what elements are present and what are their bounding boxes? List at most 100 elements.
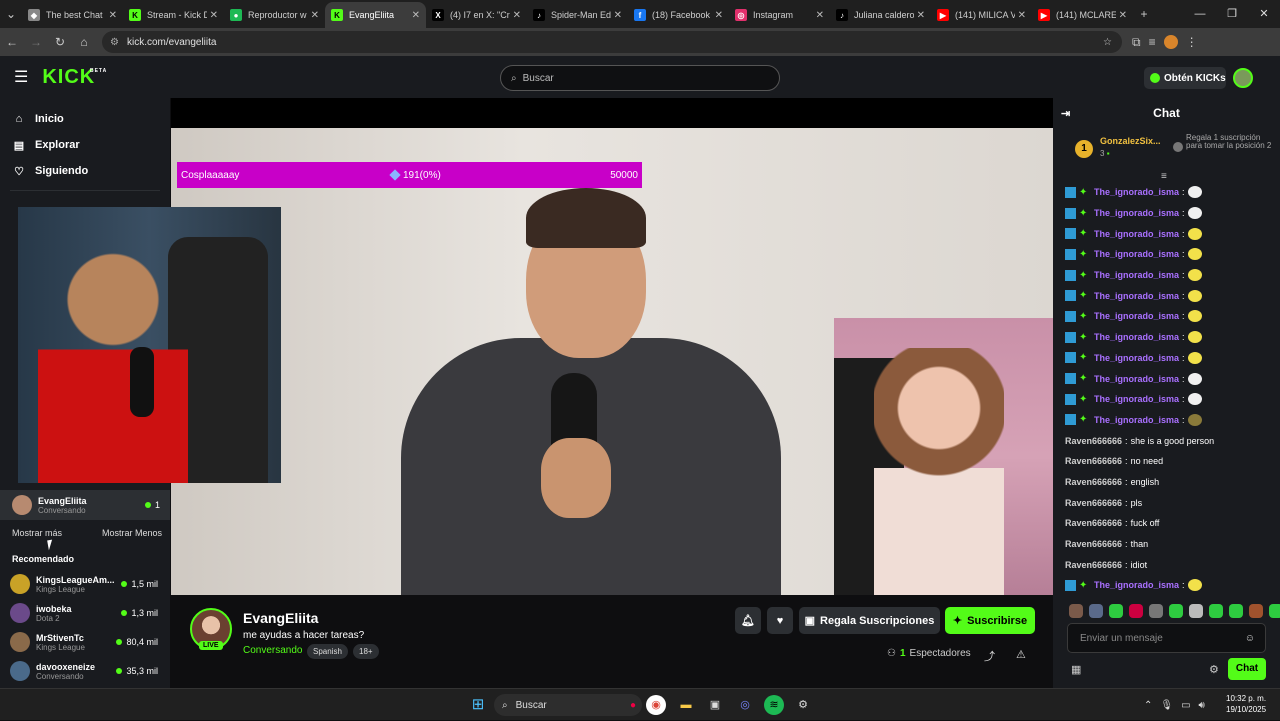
chat-settings-icon[interactable]: ⚙ [1209,663,1219,676]
gift-subs-button[interactable]: ▣ Regala Suscripciones [799,607,940,634]
emote-icon[interactable] [1249,604,1263,618]
tab-close-icon[interactable]: ✕ [917,10,925,21]
emoji-picker-icon[interactable]: ☺ [1245,633,1255,644]
gift-leaderboard[interactable]: 1 GonzalezSix... 3 ▪ Regala 1 suscripció… [1075,134,1275,166]
browser-tab[interactable]: ◎ Instagram ✕ [729,2,830,28]
browser-tab[interactable]: X (4) I7 en X: "Cr ✕ [426,2,527,28]
browser-menu-icon[interactable]: ⋮ [1186,35,1198,49]
tag-language[interactable]: Spanish [307,644,348,659]
following-channel-row[interactable]: EvangEliita Conversando 1 [0,490,170,520]
home-browser-icon[interactable]: ⌂ [72,35,96,49]
restore-icon[interactable]: ❐ [1216,2,1248,28]
file-explorer-icon[interactable]: ▬ [676,695,696,715]
recommended-channel[interactable]: iwobeka Dota 2 1,3 mil [10,599,170,627]
show-less-button[interactable]: Mostrar Menos [102,528,162,538]
tab-close-icon[interactable]: ✕ [311,10,319,21]
video-player[interactable]: Cosplaaaaay 191(0%) 50000 [171,98,1053,595]
emote-icon[interactable] [1189,604,1203,618]
emote-icon[interactable] [1229,604,1243,618]
chat-username[interactable]: The_ignorado_isma [1094,187,1179,197]
chat-message[interactable]: Raven666666: than [1065,534,1275,555]
start-windows-icon[interactable]: ⊞ [468,695,488,715]
chat-message[interactable]: ✦ The_ignorado_isma: [1065,223,1275,244]
tray-chevron-icon[interactable]: ⌃ [1144,700,1152,711]
chat-username[interactable]: The_ignorado_isma [1094,270,1179,280]
share-icon[interactable]: ⤴ [984,648,995,664]
chat-message[interactable]: Raven666666: fuck off [1065,513,1275,534]
browser-tab[interactable]: f (18) Facebook ✕ [628,2,729,28]
subscribe-button[interactable]: ✦ Suscribirse [945,607,1035,634]
user-avatar[interactable] [1233,68,1253,88]
collapse-chat-icon[interactable]: ⇥ [1061,107,1070,120]
chat-message[interactable]: ✦ The_ignorado_isma: [1065,410,1275,431]
browser-tab[interactable]: ♪ Juliana caldero ✕ [830,2,931,28]
chat-filter-icon[interactable]: ≡ [1161,171,1167,182]
tab-close-icon[interactable]: ✕ [210,10,218,21]
chat-username[interactable]: The_ignorado_isma [1094,249,1179,259]
emote-icon[interactable] [1069,604,1083,618]
tab-close-icon[interactable]: ✕ [412,10,420,21]
menu-hamburger-icon[interactable]: ☰ [14,67,28,87]
show-more-button[interactable]: Mostrar más [12,528,62,538]
tab-close-icon[interactable]: ✕ [1018,10,1026,21]
chat-username[interactable]: Raven666666 [1065,518,1122,528]
chat-username[interactable]: The_ignorado_isma [1094,208,1179,218]
chat-message[interactable]: ✦ The_ignorado_isma: [1065,575,1275,596]
forward-icon[interactable]: → [24,35,48,49]
chat-username[interactable]: Raven666666 [1065,456,1122,466]
tab-close-icon[interactable]: ✕ [513,10,521,21]
chat-username[interactable]: The_ignorado_isma [1094,291,1179,301]
streamer-name[interactable]: EvangEliita [243,610,318,626]
emote-icon[interactable] [1169,604,1183,618]
sidebar-nav-item[interactable]: ⌂ Inicio [0,106,170,132]
chat-username[interactable]: The_ignorado_isma [1094,311,1179,321]
url-field[interactable]: ⚙ kick.com/evangeliita ☆ [102,31,1122,53]
profile-avatar[interactable] [1163,35,1178,49]
tab-close-icon[interactable]: ✕ [816,10,824,21]
chat-username[interactable]: Raven666666 [1065,477,1122,487]
discord-icon[interactable]: ◎ [735,695,755,715]
chat-username[interactable]: Raven666666 [1065,436,1122,446]
emote-icon[interactable] [1109,604,1123,618]
media-control-icon[interactable]: ≡ [1149,35,1156,49]
stream-category[interactable]: Conversando [243,645,302,656]
chat-message[interactable]: ✦ The_ignorado_isma: [1065,306,1275,327]
emote-icon[interactable] [1269,604,1280,618]
kick-logo[interactable]: KICK BETA [42,66,106,89]
app-icon[interactable]: ⚙ [793,695,813,715]
sidebar-nav-item[interactable]: ♡ Siguiendo [0,158,170,184]
chat-message[interactable]: Raven666666: no need [1065,451,1275,472]
recommended-channel[interactable]: davooxeneize Conversando 35,3 mil [10,657,170,685]
recommended-channel[interactable]: MrStivenTc Kings League 80,4 mil [10,628,170,656]
chat-username[interactable]: The_ignorado_isma [1094,332,1179,342]
back-icon[interactable]: ← [0,35,24,49]
site-info-icon[interactable]: ⚙ [110,37,119,48]
browser-tab[interactable]: ▶ (141) MILICA V ✕ [931,2,1032,28]
sidebar-nav-item[interactable]: ▤ Explorar [0,132,170,158]
notification-bell-icon[interactable]: 🔔︎ [735,607,761,634]
chat-message[interactable]: Raven666666: she is a good person [1065,430,1275,451]
chat-gift-icon[interactable]: ▦ [1071,663,1081,676]
browser-tab[interactable]: K Stream - Kick D ✕ [123,2,224,28]
store-icon[interactable]: ▣ [705,695,725,715]
chat-message[interactable]: ✦ The_ignorado_isma: [1065,389,1275,410]
chat-message[interactable]: Raven666666: pls [1065,492,1275,513]
chat-message[interactable]: ✦ The_ignorado_isma: [1065,265,1275,286]
tab-close-icon[interactable]: ✕ [1119,10,1127,21]
emote-icon[interactable] [1149,604,1163,618]
tab-close-icon[interactable]: ✕ [715,10,723,21]
chat-username[interactable]: The_ignorado_isma [1094,229,1179,239]
chat-message-input[interactable]: Enviar un mensaje ☺ [1067,623,1266,653]
chat-username[interactable]: Raven666666 [1065,498,1122,508]
chat-message[interactable]: ✦ The_ignorado_isma: [1065,368,1275,389]
tab-close-icon[interactable]: ✕ [614,10,622,21]
browser-tab[interactable]: ● Reproductor w ✕ [224,2,325,28]
spotify-icon[interactable]: ≋ [764,695,784,715]
chat-message[interactable]: ✦ The_ignorado_isma: [1065,244,1275,265]
tab-close-icon[interactable]: ✕ [109,10,117,21]
network-icon[interactable]: ▭ [1181,700,1190,711]
bookmark-star-icon[interactable]: ☆ [1103,37,1112,48]
kick-search-input[interactable]: ⌕ Buscar [500,65,780,91]
send-chat-button[interactable]: Chat [1228,658,1266,680]
chat-username[interactable]: The_ignorado_isma [1094,415,1179,425]
